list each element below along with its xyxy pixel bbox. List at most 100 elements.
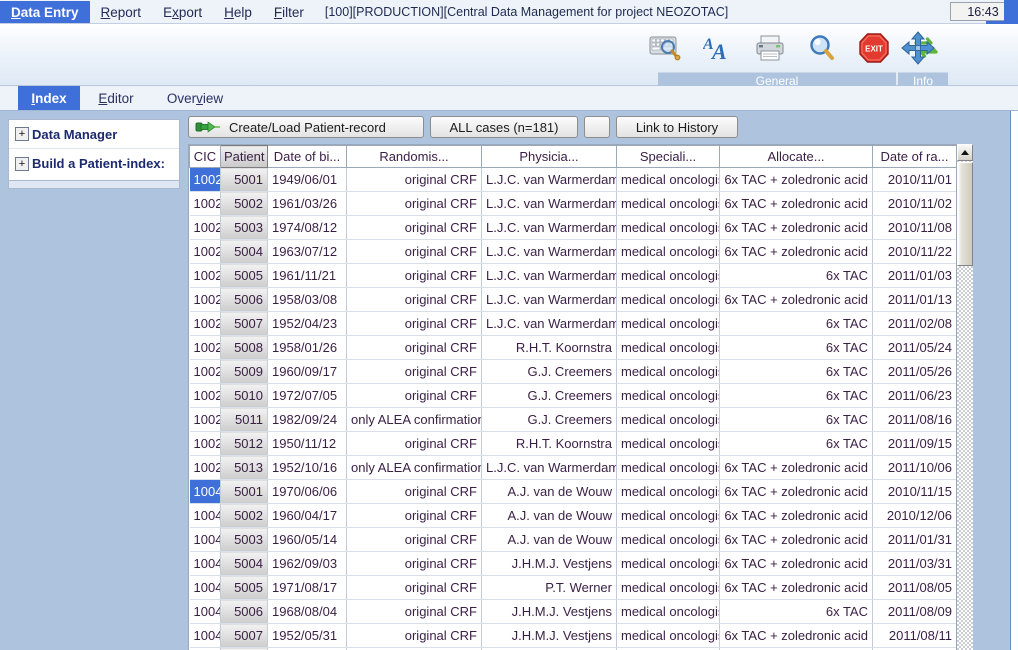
table-cell-allocate: 6x TAC + zoledronic acid xyxy=(719,503,873,528)
table-cell-speciality: medical oncologist xyxy=(616,191,720,216)
table-row[interactable]: 1002 5005 1961/11/21 original CRF L.J.C. van… xyxy=(189,263,957,288)
table-row[interactable]: 1004 5003 1960/05/14 original CRF A.J. van d… xyxy=(189,527,957,552)
table-cell-speciality: medical oncologist xyxy=(616,407,720,432)
menu-item-help[interactable]: Help xyxy=(213,1,263,23)
table-row[interactable]: 1004 5004 1962/09/03 original CRF J.H.M.J. V… xyxy=(189,551,957,576)
exit-icon[interactable]: EXIT xyxy=(854,27,894,69)
expander-plus-icon[interactable]: + xyxy=(15,127,29,141)
table-row[interactable]: 1002 5010 1972/07/05 original CRF G.J. Creem… xyxy=(189,383,957,408)
print-icon[interactable] xyxy=(750,27,790,69)
table-cell-patient[interactable]: 5010 xyxy=(220,383,268,408)
table-cell-date-of-birth: 1962/09/03 xyxy=(267,551,347,576)
menu-item-export[interactable]: Ex port xyxy=(152,1,213,23)
column-header-patient[interactable]: Patient xyxy=(220,145,268,168)
table-vertical-scrollbar[interactable] xyxy=(956,144,973,650)
column-header-allocate[interactable]: Allocate... xyxy=(719,145,873,168)
keyboard-search-icon[interactable] xyxy=(646,27,686,69)
table-row[interactable]: 1002 5009 1960/09/17 original CRF G.J. Creem… xyxy=(189,359,957,384)
column-header-cic[interactable]: CIC xyxy=(189,145,221,168)
tab-index[interactable]: Index xyxy=(18,86,80,110)
table-cell-patient[interactable]: 5004 xyxy=(220,239,268,264)
sidebar-item-data-manager[interactable]: + Data Manager xyxy=(9,120,179,149)
table-cell-allocate: 6x TAC + zoledronic acid xyxy=(719,479,873,504)
expander-plus-icon[interactable]: + xyxy=(15,156,29,171)
table-cell-cic: 1004 xyxy=(189,599,221,624)
create-load-patient-record-button[interactable]: Create/Load Patient-record xyxy=(188,116,424,138)
table-cell-patient[interactable]: 5013 xyxy=(220,455,268,480)
table-row[interactable]: 1004 5005 1971/08/17 original CRF P.T. Werne… xyxy=(189,575,957,600)
table-cell-date-of-randomisation: 2011/08/05 xyxy=(872,575,957,600)
table-cell-physician: L.J.C. van Warmerdam xyxy=(481,287,617,312)
table-cell-patient[interactable]: 5001 xyxy=(220,167,268,192)
table-row[interactable]: 1002 5003 1974/08/12 original CRF L.J.C. van… xyxy=(189,215,957,240)
table-row[interactable]: 1002 5013 1952/10/16 only ALEA confirmation… xyxy=(189,455,957,480)
table-cell-date-of-randomisation: 2011/08/11 xyxy=(872,623,957,648)
scrollbar-thumb[interactable] xyxy=(957,162,973,266)
table-cell-patient[interactable]: 5009 xyxy=(220,359,268,384)
table-row[interactable]: 1004 5001 1970/06/06 original CRF A.J. van d… xyxy=(189,479,957,504)
all-cases-button[interactable]: ALL cases (n=181) xyxy=(430,116,578,138)
table-cell-allocate: 6x TAC xyxy=(719,335,873,360)
table-cell-patient[interactable]: 5003 xyxy=(220,527,268,552)
table-cell-patient[interactable]: 5001 xyxy=(220,479,268,504)
table-cell-date-of-birth: 1958/01/26 xyxy=(267,335,347,360)
table-row[interactable]: 1004 5006 1968/08/04 original CRF J.H.M.J. V… xyxy=(189,599,957,624)
column-header-date-of-randomisation[interactable]: Date of ra... xyxy=(872,145,957,168)
tab-overview[interactable]: Over v iew xyxy=(152,86,238,110)
table-cell-patient[interactable]: 5008 xyxy=(220,335,268,360)
table-cell-allocate: 6x TAC xyxy=(719,311,873,336)
column-header-date-of-birth[interactable]: Date of bi... xyxy=(267,145,347,168)
table-cell-cic: 1002 xyxy=(189,383,221,408)
table-cell-physician: G.J. Creemers xyxy=(481,383,617,408)
table-cell-physician: L.J.C. van Warmerdam xyxy=(481,239,617,264)
tab-label-editor: ditor xyxy=(107,90,134,106)
table-cell-allocate: 6x TAC + zoledronic acid xyxy=(719,167,873,192)
table-cell-cic: 1004 xyxy=(189,479,221,504)
menu-item-data-entry[interactable]: Data Entry xyxy=(0,1,90,23)
blank-button[interactable] xyxy=(584,116,610,138)
table-cell-patient[interactable]: 5002 xyxy=(220,191,268,216)
menu-item-report[interactable]: Report xyxy=(90,1,153,23)
table-cell-physician: P.T. Werner xyxy=(481,575,617,600)
table-cell-patient[interactable]: 5011 xyxy=(220,407,268,432)
table-cell-patient[interactable]: 5012 xyxy=(220,431,268,456)
table-cell-patient[interactable]: 5007 xyxy=(220,623,268,648)
table-row[interactable]: 1002 5002 1961/03/26 original CRF L.J.C. van… xyxy=(189,191,957,216)
table-cell-allocate: 6x TAC + zoledronic acid xyxy=(719,623,873,648)
table-row[interactable]: 1004 5002 1960/04/17 original CRF A.J. van d… xyxy=(189,503,957,528)
table-cell-date-of-birth: 1958/03/08 xyxy=(267,287,347,312)
tab-label-index: ndex xyxy=(35,90,67,106)
table-cell-patient[interactable]: 5002 xyxy=(220,503,268,528)
table-cell-date-of-birth: 1972/07/05 xyxy=(267,383,347,408)
scroll-up-button[interactable] xyxy=(957,144,973,161)
zoom-search-icon[interactable] xyxy=(802,27,842,69)
table-cell-patient[interactable]: 5007 xyxy=(220,311,268,336)
menu-label-data-entry: ata Entry xyxy=(20,4,79,20)
table-cell-randomisation: original CRF xyxy=(346,551,482,576)
font-size-icon[interactable]: A A xyxy=(698,27,738,69)
table-row[interactable]: 1002 5001 1949/06/01 original CRF L.J.C. van… xyxy=(189,167,957,192)
table-cell-patient[interactable]: 5005 xyxy=(220,575,268,600)
table-cell-patient[interactable]: 5005 xyxy=(220,263,268,288)
table-cell-patient[interactable]: 5006 xyxy=(220,287,268,312)
table-cell-date-of-randomisation: 2011/08/09 xyxy=(872,599,957,624)
table-row[interactable]: 1002 5012 1950/11/12 original CRF R.H.T. Koo… xyxy=(189,431,957,456)
table-cell-patient[interactable]: 5004 xyxy=(220,551,268,576)
menu-item-filter[interactable]: Filter xyxy=(263,1,315,23)
sidebar-item-build-patient-index[interactable]: + Build a Patient-index: xyxy=(9,149,179,178)
table-row[interactable]: 1002 5011 1982/09/24 only ALEA confirmation… xyxy=(189,407,957,432)
table-cell-date-of-randomisation: 2011/06/23 xyxy=(872,383,957,408)
tab-editor[interactable]: Editor xyxy=(86,86,146,110)
table-row[interactable]: 1002 5004 1963/07/12 original CRF L.J.C. van… xyxy=(189,239,957,264)
link-to-history-button[interactable]: Link to History xyxy=(616,116,738,138)
table-row[interactable]: 1002 5006 1958/03/08 original CRF L.J.C. van… xyxy=(189,287,957,312)
column-header-randomisation[interactable]: Randomis... xyxy=(346,145,482,168)
table-row[interactable]: 1002 5007 1952/04/23 original CRF L.J.C. van… xyxy=(189,311,957,336)
table-cell-patient[interactable]: 5003 xyxy=(220,215,268,240)
table-row[interactable]: 1004 5007 1952/05/31 original CRF J.H.M.J. V… xyxy=(189,623,957,648)
table-row[interactable]: 1002 5008 1958/01/26 original CRF R.H.T. Koo… xyxy=(189,335,957,360)
move-icon[interactable] xyxy=(898,27,938,69)
table-cell-patient[interactable]: 5006 xyxy=(220,599,268,624)
column-header-physician[interactable]: Physicia... xyxy=(481,145,617,168)
column-header-speciality[interactable]: Speciali... xyxy=(616,145,720,168)
